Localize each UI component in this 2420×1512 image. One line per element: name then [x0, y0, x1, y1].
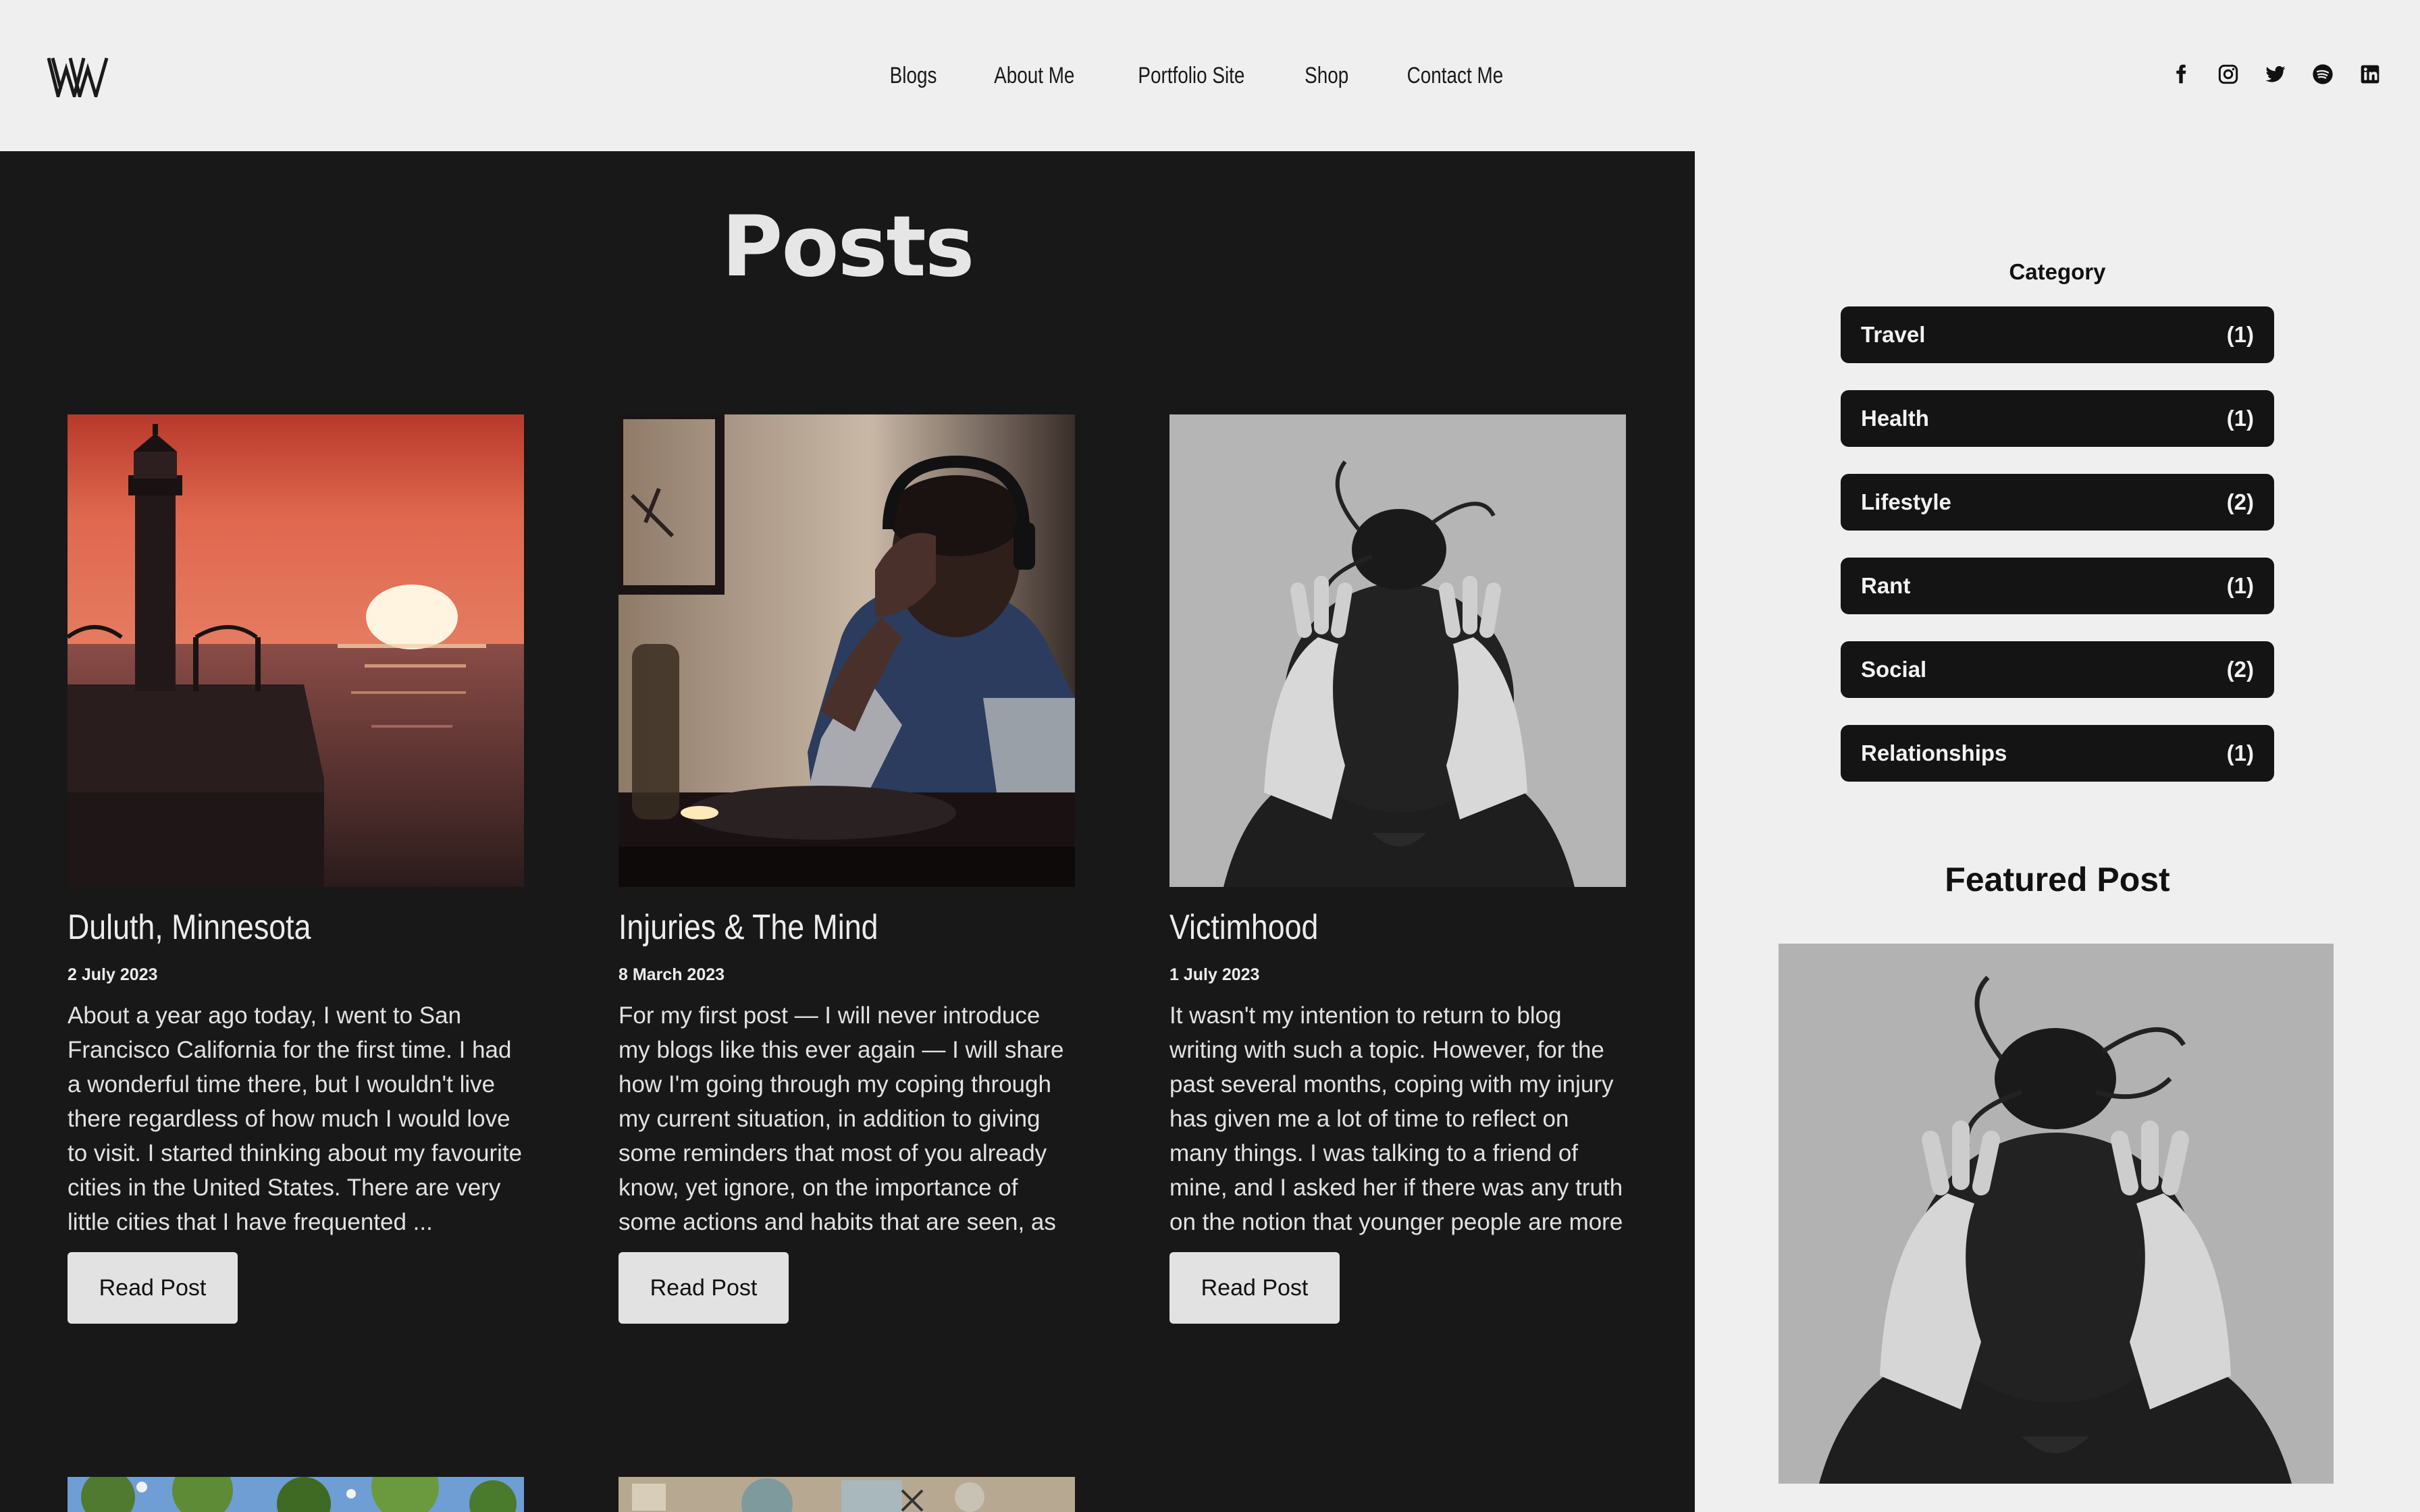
category-count: (2)	[2226, 489, 2254, 514]
category-name: Relationships	[1861, 740, 2007, 765]
category-name: Social	[1861, 657, 1927, 682]
category-name: Health	[1861, 406, 1929, 431]
post-title[interactable]: Victimhood	[1169, 907, 1562, 948]
post-card: Injuries & The Mind 8 March 2023 For my …	[619, 414, 1075, 1324]
post-date: 8 March 2023	[619, 965, 725, 984]
category-name: Rant	[1861, 573, 1911, 598]
facebook-icon[interactable]	[2169, 62, 2193, 86]
read-post-button[interactable]: Read Post	[68, 1252, 238, 1324]
read-post-button[interactable]: Read Post	[1169, 1252, 1340, 1324]
category-count: (1)	[2226, 573, 2254, 598]
posts-section: Posts Duluth, Minnesota 2 July 2023 Abou…	[0, 151, 1695, 1512]
post-excerpt: For my first post — I will never introdu…	[619, 1002, 1064, 1244]
read-post-button[interactable]: Read Post	[619, 1252, 789, 1324]
post-image-desk-items[interactable]	[619, 1477, 1075, 1512]
post-image-woman-hands-head[interactable]	[1169, 414, 1626, 887]
nav-portfolio-site[interactable]: Portfolio Site	[1138, 63, 1245, 89]
nav-shop[interactable]: Shop	[1305, 63, 1348, 89]
category-count: (1)	[2226, 406, 2254, 431]
social-links	[2169, 62, 2382, 86]
post-image-tree-branches[interactable]	[68, 1477, 524, 1512]
sidebar: Category Travel (1) Health (1) Lifestyle…	[1695, 151, 2420, 1512]
category-count: (1)	[2226, 740, 2254, 765]
post-image-lighthouse-sunset[interactable]	[68, 414, 524, 887]
post-date: 2 July 2023	[68, 965, 158, 984]
site-header: Blogs About Me Portfolio Site Shop Conta…	[0, 0, 2420, 151]
linkedin-icon[interactable]	[2358, 62, 2382, 86]
post-card: Duluth, Minnesota 2 July 2023 About a ye…	[68, 414, 524, 1324]
category-social[interactable]: Social (2)	[1841, 641, 2274, 698]
category-relationships[interactable]: Relationships (1)	[1841, 725, 2274, 782]
category-name: Lifestyle	[1861, 489, 1951, 514]
nav-contact-me[interactable]: Contact Me	[1407, 63, 1504, 89]
nav-about-me[interactable]: About Me	[994, 63, 1074, 89]
post-title[interactable]: Injuries & The Mind	[619, 907, 1011, 948]
post-excerpt: About a year ago today, I went to San Fr…	[68, 1002, 523, 1235]
category-rant[interactable]: Rant (1)	[1841, 558, 2274, 614]
twitter-icon[interactable]	[2263, 62, 2288, 86]
category-count: (2)	[2226, 657, 2254, 682]
instagram-icon[interactable]	[2216, 62, 2240, 86]
spotify-icon[interactable]	[2311, 62, 2335, 86]
category-health[interactable]: Health (1)	[1841, 390, 2274, 447]
site-logo[interactable]	[46, 57, 109, 97]
featured-post-image[interactable]	[1779, 944, 2334, 1484]
post-title[interactable]: Duluth, Minnesota	[68, 907, 460, 948]
category-count: (1)	[2226, 322, 2254, 347]
page-title: Posts	[721, 198, 975, 296]
main-nav: Blogs About Me Portfolio Site Shop Conta…	[0, 0, 2420, 151]
category-lifestyle[interactable]: Lifestyle (2)	[1841, 474, 2274, 531]
post-card: Victimhood 1 July 2023 It wasn't my inte…	[1169, 414, 1626, 1324]
category-travel[interactable]: Travel (1)	[1841, 306, 2274, 363]
nav-blogs[interactable]: Blogs	[889, 63, 937, 89]
category-name: Travel	[1861, 322, 1926, 347]
post-excerpt: It wasn't my intention to return to blog…	[1169, 1002, 1623, 1244]
category-heading: Category	[2009, 259, 2106, 284]
post-date: 1 July 2023	[1169, 965, 1260, 984]
post-image-man-headphones[interactable]	[619, 414, 1075, 887]
featured-post-heading: Featured Post	[1945, 861, 2170, 898]
